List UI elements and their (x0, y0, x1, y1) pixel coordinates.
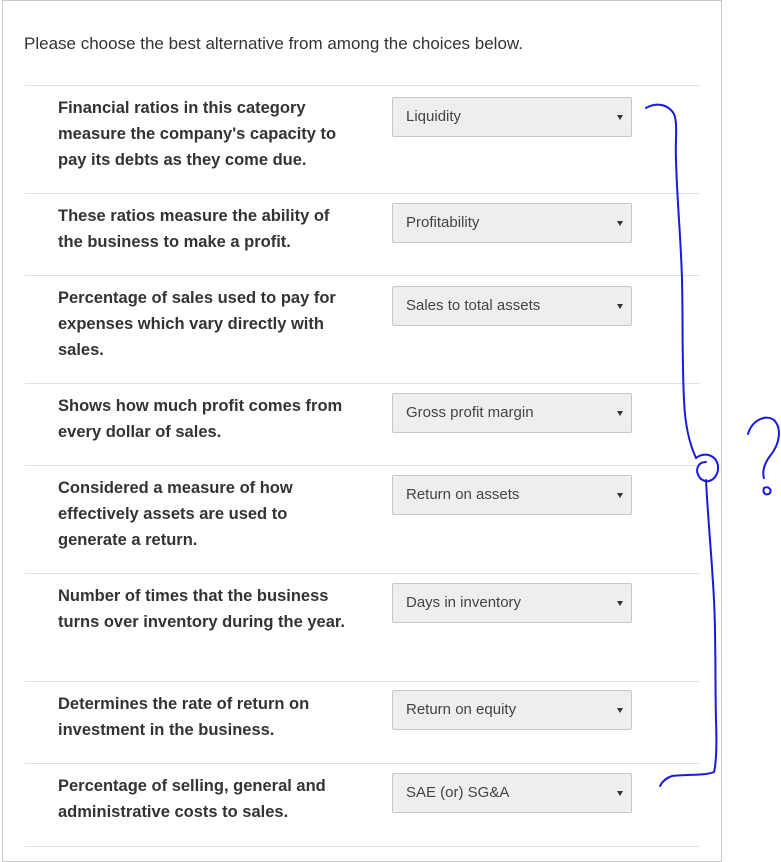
matching-row: Financial ratios in this category measur… (25, 85, 700, 194)
question-mark-dot (762, 486, 772, 496)
caret-down-icon (617, 493, 623, 498)
answer-select[interactable]: Return on equity (392, 690, 632, 730)
caret-down-icon (617, 708, 623, 713)
caret-down-icon (617, 791, 623, 796)
question-text: Percentage of sales used to pay for expe… (58, 289, 336, 359)
question-text: Number of times that the business turns … (58, 587, 345, 631)
answer-select[interactable]: Return on assets (392, 475, 632, 515)
selected-value: Gross profit margin (406, 404, 534, 421)
selected-value: SAE (or) SG&A (406, 784, 510, 801)
question-text: Percentage of selling, general and admin… (58, 777, 326, 821)
question-text: Financial ratios in this category measur… (58, 99, 337, 169)
caret-down-icon (617, 221, 623, 226)
selected-value: Sales to total assets (406, 297, 541, 314)
answer-select[interactable]: Gross profit margin (392, 393, 632, 433)
matching-row: Determines the rate of return on investm… (25, 681, 700, 764)
matching-row: Percentage of selling, general and admin… (25, 763, 700, 847)
matching-row: Number of times that the business turns … (25, 573, 700, 682)
answer-select[interactable]: Days in inventory (392, 583, 632, 623)
answer-select[interactable]: SAE (or) SG&A (392, 773, 632, 813)
matching-row: Shows how much profit comes from every d… (25, 383, 700, 466)
matching-row: These ratios measure the ability of the … (25, 193, 700, 276)
selected-value: Profitability (406, 214, 480, 231)
answer-select[interactable]: Liquidity (392, 97, 632, 137)
question-text: These ratios measure the ability of the … (58, 207, 330, 251)
selected-value: Return on equity (406, 701, 517, 718)
question-text: Shows how much profit comes from every d… (58, 397, 343, 441)
matching-row: Considered a measure of how effectively … (25, 465, 700, 574)
bottom-divider (25, 846, 700, 847)
question-text: Considered a measure of how effectively … (58, 479, 293, 549)
caret-down-icon (617, 411, 623, 416)
question-text: Determines the rate of return on investm… (58, 695, 310, 739)
selected-value: Return on assets (406, 486, 520, 503)
selected-value: Days in inventory (406, 594, 522, 611)
caret-down-icon (617, 115, 623, 120)
instructions-text: Please choose the best alternative from … (24, 34, 523, 53)
answer-select[interactable]: Sales to total assets (392, 286, 632, 326)
answer-select[interactable]: Profitability (392, 203, 632, 243)
selected-value: Liquidity (406, 108, 462, 125)
question-mark-stroke (747, 416, 780, 479)
matching-row: Percentage of sales used to pay for expe… (25, 275, 700, 384)
caret-down-icon (617, 304, 623, 309)
caret-down-icon (617, 601, 623, 606)
